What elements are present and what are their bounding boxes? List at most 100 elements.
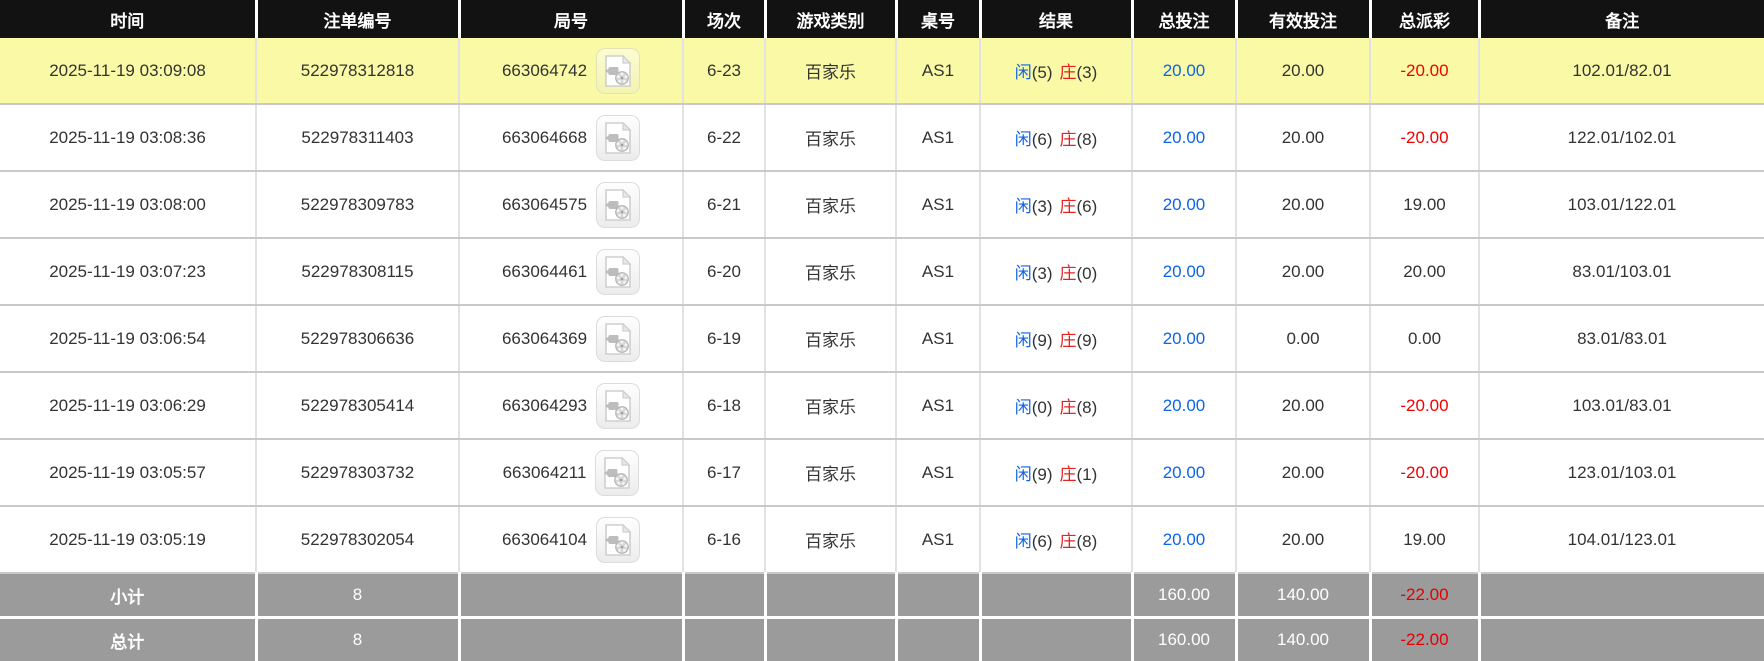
cell-time: 2025-11-19 03:08:00	[0, 171, 257, 239]
cell-total-payout: -20.00	[1370, 104, 1480, 172]
banker-score: (6)	[1076, 197, 1098, 216]
cell-game-type: 百家乐	[765, 104, 897, 172]
cell-bet-id: 522978302054	[256, 506, 460, 574]
round-id-value: 663064742	[501, 60, 588, 80]
cell-result: 闲(9) 庄(9)	[980, 305, 1133, 373]
col-header-remark: 备注	[1479, 0, 1764, 38]
player-score: (3)	[1031, 197, 1053, 216]
cell-session: 6-19	[683, 305, 766, 373]
grandtotal-valid-bet: 140.00	[1236, 617, 1372, 661]
cell-total-payout: -20.00	[1370, 372, 1480, 440]
cell-bet-id: 522978306636	[256, 305, 460, 373]
cell-game-type: 百家乐	[765, 439, 897, 507]
video-replay-button[interactable]	[595, 449, 640, 496]
cell-total-bet: 20.00	[1132, 38, 1237, 105]
cell-result: 闲(6) 庄(8)	[980, 104, 1133, 172]
col-header-result: 结果	[980, 0, 1134, 38]
cell-round-id: 663064211	[459, 439, 684, 507]
cell-remark: 122.01/102.01	[1479, 104, 1764, 172]
cell-table-no: AS1	[896, 171, 981, 239]
cell-valid-bet: 20.00	[1236, 171, 1371, 239]
round-id-value: 663064369	[501, 328, 588, 348]
player-score: (6)	[1031, 532, 1053, 551]
cell-result: 闲(5) 庄(3)	[980, 38, 1133, 105]
col-header-bet-id: 注单编号	[256, 0, 461, 38]
col-header-session: 场次	[683, 0, 767, 38]
col-header-game-type: 游戏类别	[765, 0, 898, 38]
round-id-value: 663064293	[501, 395, 588, 415]
cell-total-bet: 20.00	[1132, 238, 1237, 306]
cell-result: 闲(3) 庄(6)	[980, 171, 1133, 239]
cell-valid-bet: 20.00	[1236, 104, 1371, 172]
grandtotal-label: 总计	[0, 617, 258, 661]
cell-result: 闲(3) 庄(0)	[980, 238, 1133, 306]
grandtotal-empty-round	[459, 617, 685, 661]
cell-game-type: 百家乐	[765, 506, 897, 574]
grandtotal-total-bet: 160.00	[1132, 617, 1238, 661]
banker-label: 庄	[1059, 465, 1077, 484]
cell-total-payout: 19.00	[1370, 171, 1480, 239]
table-body: 2025-11-19 03:09:08 522978312818 6630647…	[0, 38, 1764, 574]
subtotal-total-bet: 160.00	[1132, 573, 1238, 619]
cell-total-bet: 20.00	[1132, 171, 1237, 239]
cell-bet-id: 522978309783	[256, 171, 460, 239]
player-score: (9)	[1031, 465, 1053, 484]
video-replay-button[interactable]	[596, 315, 641, 362]
player-score: (3)	[1031, 264, 1053, 283]
table-row: 2025-11-19 03:06:54 522978306636 6630643…	[0, 305, 1764, 373]
cell-total-payout: -20.00	[1370, 439, 1480, 507]
table-row: 2025-11-19 03:08:36 522978311403 6630646…	[0, 104, 1764, 172]
cell-session: 6-18	[683, 372, 766, 440]
cell-remark: 103.01/122.01	[1479, 171, 1764, 239]
cell-game-type: 百家乐	[765, 305, 897, 373]
cell-result: 闲(6) 庄(8)	[980, 506, 1133, 574]
cell-remark: 83.01/103.01	[1479, 238, 1764, 306]
round-id-value: 663064668	[501, 127, 588, 147]
cell-session: 6-22	[683, 104, 766, 172]
video-file-icon	[605, 54, 632, 87]
player-score: (0)	[1031, 398, 1053, 417]
cell-game-type: 百家乐	[765, 171, 897, 239]
video-replay-button[interactable]	[596, 248, 641, 295]
cell-bet-id: 522978312818	[256, 38, 460, 105]
cell-session: 6-16	[683, 506, 766, 574]
banker-label: 庄	[1059, 197, 1077, 216]
col-header-table-no: 桌号	[896, 0, 982, 38]
cell-remark: 83.01/83.01	[1479, 305, 1764, 373]
video-file-icon	[605, 121, 632, 154]
video-replay-button[interactable]	[596, 516, 641, 563]
cell-total-bet: 20.00	[1132, 506, 1237, 574]
table-row: 2025-11-19 03:05:57 522978303732 6630642…	[0, 439, 1764, 507]
cell-bet-id: 522978311403	[256, 104, 460, 172]
player-label: 闲	[1014, 331, 1032, 350]
cell-remark: 103.01/83.01	[1479, 372, 1764, 440]
cell-total-payout: -20.00	[1370, 38, 1480, 105]
cell-time: 2025-11-19 03:08:36	[0, 104, 257, 172]
grandtotal-empty-game-type	[765, 617, 898, 661]
player-label: 闲	[1014, 465, 1032, 484]
cell-valid-bet: 20.00	[1236, 506, 1371, 574]
cell-valid-bet: 20.00	[1236, 439, 1371, 507]
cell-bet-id: 522978303732	[256, 439, 460, 507]
cell-table-no: AS1	[896, 439, 981, 507]
video-replay-button[interactable]	[596, 181, 641, 228]
cell-total-payout: 19.00	[1370, 506, 1480, 574]
cell-table-no: AS1	[896, 38, 981, 105]
cell-time: 2025-11-19 03:05:57	[0, 439, 257, 507]
banker-score: (8)	[1076, 398, 1098, 417]
cell-total-bet: 20.00	[1132, 104, 1237, 172]
video-replay-button[interactable]	[596, 382, 641, 429]
video-replay-button[interactable]	[596, 114, 641, 161]
video-replay-button[interactable]	[596, 47, 641, 94]
cell-time: 2025-11-19 03:09:08	[0, 38, 257, 105]
banker-label: 庄	[1059, 264, 1077, 283]
cell-valid-bet: 0.00	[1236, 305, 1371, 373]
cell-valid-bet: 20.00	[1236, 238, 1371, 306]
banker-score: (9)	[1076, 331, 1098, 350]
video-file-icon	[605, 389, 632, 422]
player-label: 闲	[1014, 197, 1032, 216]
cell-game-type: 百家乐	[765, 238, 897, 306]
cell-total-payout: 20.00	[1370, 238, 1480, 306]
cell-round-id: 663064668	[459, 104, 684, 172]
subtotal-empty-game-type	[765, 573, 898, 619]
